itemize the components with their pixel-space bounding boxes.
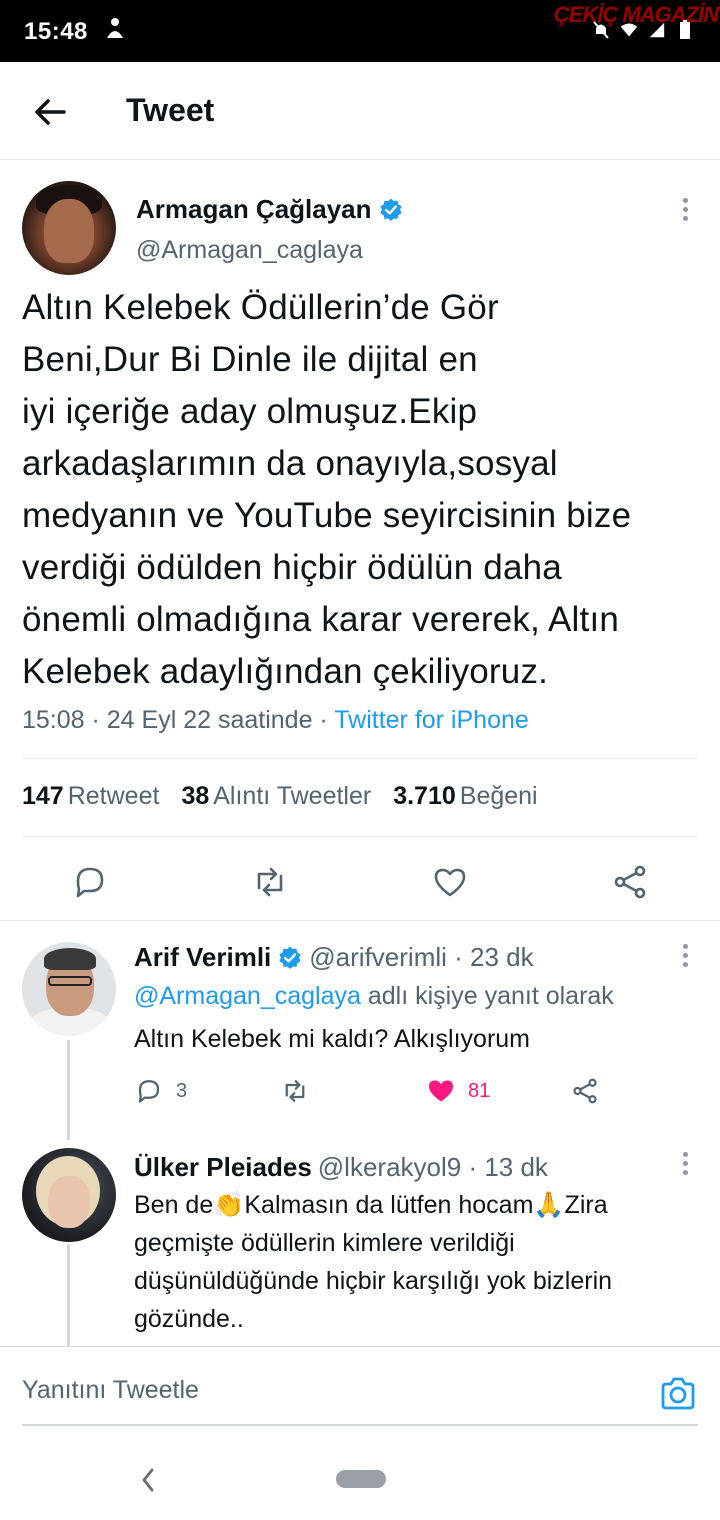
reply-author-name[interactable]: Ülker Pleiades: [134, 1152, 312, 1183]
tweet-text-line: Kelebek adaylığından çekiliyoruz.: [22, 652, 549, 691]
reply-author-row[interactable]: Ülker Pleiades @lkerakyol9 · 13 dk: [134, 1152, 548, 1183]
tweet-text-line: medyanın ve YouTube seyircisinin bize: [22, 496, 632, 535]
tweet-text-line: iyi içeriğe aday olmuşuz.Ekip: [22, 392, 478, 431]
divider: [22, 758, 698, 759]
tweet-more-options-icon[interactable]: [680, 198, 690, 224]
share-icon[interactable]: [610, 862, 650, 902]
thread-line: [67, 1244, 70, 1346]
divider: [22, 836, 698, 837]
reply-icon[interactable]: [70, 862, 110, 902]
replying-to-suffix: adlı kişiye yanıt olarak: [360, 982, 614, 1010]
status-time: 15:48: [24, 18, 88, 45]
camera-icon[interactable]: [658, 1374, 698, 1414]
status-bar: 15:48 ÇEKİÇ MAGAZİN: [0, 0, 720, 62]
tweet-text-line: Beni,Dur Bi Dinle ile dijital en: [22, 340, 478, 379]
retweet-icon[interactable]: [250, 862, 290, 902]
wifi-icon: [620, 23, 638, 37]
nav-back-icon[interactable]: [136, 1464, 160, 1496]
system-navigation-bar: [0, 1440, 720, 1520]
reply-input[interactable]: Yanıtını Tweetle: [22, 1376, 199, 1405]
reply-reply-action[interactable]: 3: [134, 1076, 187, 1106]
reply-text-line: geçmişte ödüllerin kimlere verildiği: [134, 1229, 515, 1257]
reply-body: Altın Kelebek mi kaldı? Alkışlıyorum: [134, 1020, 530, 1058]
tweet-body: Altın Kelebek Ödüllerin’de Gör Beni,Dur …: [22, 282, 712, 698]
quote-stat[interactable]: 38 Alıntı Tweetler: [181, 782, 371, 811]
like-stat[interactable]: 3.710 Beğeni: [393, 782, 537, 811]
reply-author-name[interactable]: Arif Verimli: [134, 942, 271, 973]
retweet-stat[interactable]: 147 Retweet: [22, 782, 159, 811]
top-app-bar: Tweet: [0, 62, 720, 160]
retweet-icon[interactable]: [280, 1076, 310, 1106]
verified-badge-icon: [279, 946, 301, 969]
replying-to-mention[interactable]: @Armagan_caglaya: [134, 982, 361, 1010]
reply-retweet-action[interactable]: [280, 1076, 310, 1106]
share-icon[interactable]: [570, 1076, 600, 1106]
reply-author-handle[interactable]: @arifverimli · 23 dk: [309, 942, 533, 973]
reply-share-action[interactable]: [570, 1076, 600, 1106]
reply-text-line: düşünüldüğünde hiçbir karşılığı yok bizl…: [134, 1267, 613, 1295]
tweet-timestamp: 15:08 · 24 Eyl 22 saatinde ·: [22, 706, 335, 734]
reply-author-handle[interactable]: @lkerakyol9 · 13 dk: [318, 1152, 548, 1183]
reply-icon[interactable]: [134, 1076, 164, 1106]
signal-icon: [649, 22, 665, 38]
tweet-action-bar: [0, 854, 720, 910]
reply-text-line: Ben de👏Kalmasın da lütfen hocam🙏Zira: [134, 1191, 608, 1219]
status-icons: [592, 20, 694, 40]
reply-avatar[interactable]: [22, 942, 116, 1036]
reply-author-row[interactable]: Arif Verimli @arifverimli · 23 dk: [134, 942, 534, 973]
tweet-meta: 15:08 · 24 Eyl 22 saatinde · Twitter for…: [22, 706, 529, 735]
author-name[interactable]: Armagan Çağlayan: [136, 194, 372, 225]
back-arrow-icon[interactable]: [30, 92, 70, 132]
reply-more-options-icon[interactable]: [680, 1152, 690, 1178]
notification-icon: [104, 16, 126, 46]
author-handle[interactable]: @Armagan_caglaya: [136, 236, 363, 265]
tweet-text-line: arkadaşlarımın da onayıyla,sosyal: [22, 444, 558, 483]
reply-count: 3: [176, 1079, 188, 1102]
replying-to: @Armagan_caglaya adlı kişiye yanıt olara…: [134, 982, 614, 1011]
tweet-text-line: önemli olmadığına karar vererek, Altın: [22, 600, 620, 639]
nav-home-pill[interactable]: [336, 1470, 386, 1488]
thread-line: [67, 1040, 70, 1140]
tweet-text-line: verdiği ödülden hiçbir ödülün daha: [22, 548, 562, 587]
page-title: Tweet: [126, 92, 215, 128]
author-name-row[interactable]: Armagan Çağlayan: [136, 194, 404, 225]
liked-heart-icon[interactable]: [426, 1076, 456, 1106]
reply-body: Ben de👏Kalmasın da lütfen hocam🙏Zira geç…: [134, 1186, 612, 1338]
tweet-stats: 147 Retweet 38 Alıntı Tweetler 3.710 Beğeni: [22, 782, 538, 811]
verified-badge-icon: [379, 198, 402, 221]
reply-text-line: Altın Kelebek mi kaldı? Alkışlıyorum: [134, 1025, 530, 1053]
battery-icon: [680, 20, 690, 39]
reply-avatar[interactable]: [22, 1148, 116, 1242]
reply-like-action[interactable]: 81: [426, 1076, 490, 1106]
like-count: 81: [468, 1079, 491, 1102]
author-avatar[interactable]: [22, 181, 116, 275]
section-divider: [0, 920, 720, 921]
reply-text-line: gözünde..: [134, 1305, 244, 1333]
like-icon[interactable]: [430, 862, 470, 902]
input-underline: [22, 1424, 698, 1426]
tweet-source-link[interactable]: Twitter for iPhone: [334, 706, 529, 734]
reply-more-options-icon[interactable]: [680, 944, 690, 970]
mute-icon: [593, 21, 609, 39]
tweet-text-line: Altın Kelebek Ödüllerin’de Gör: [22, 288, 499, 327]
